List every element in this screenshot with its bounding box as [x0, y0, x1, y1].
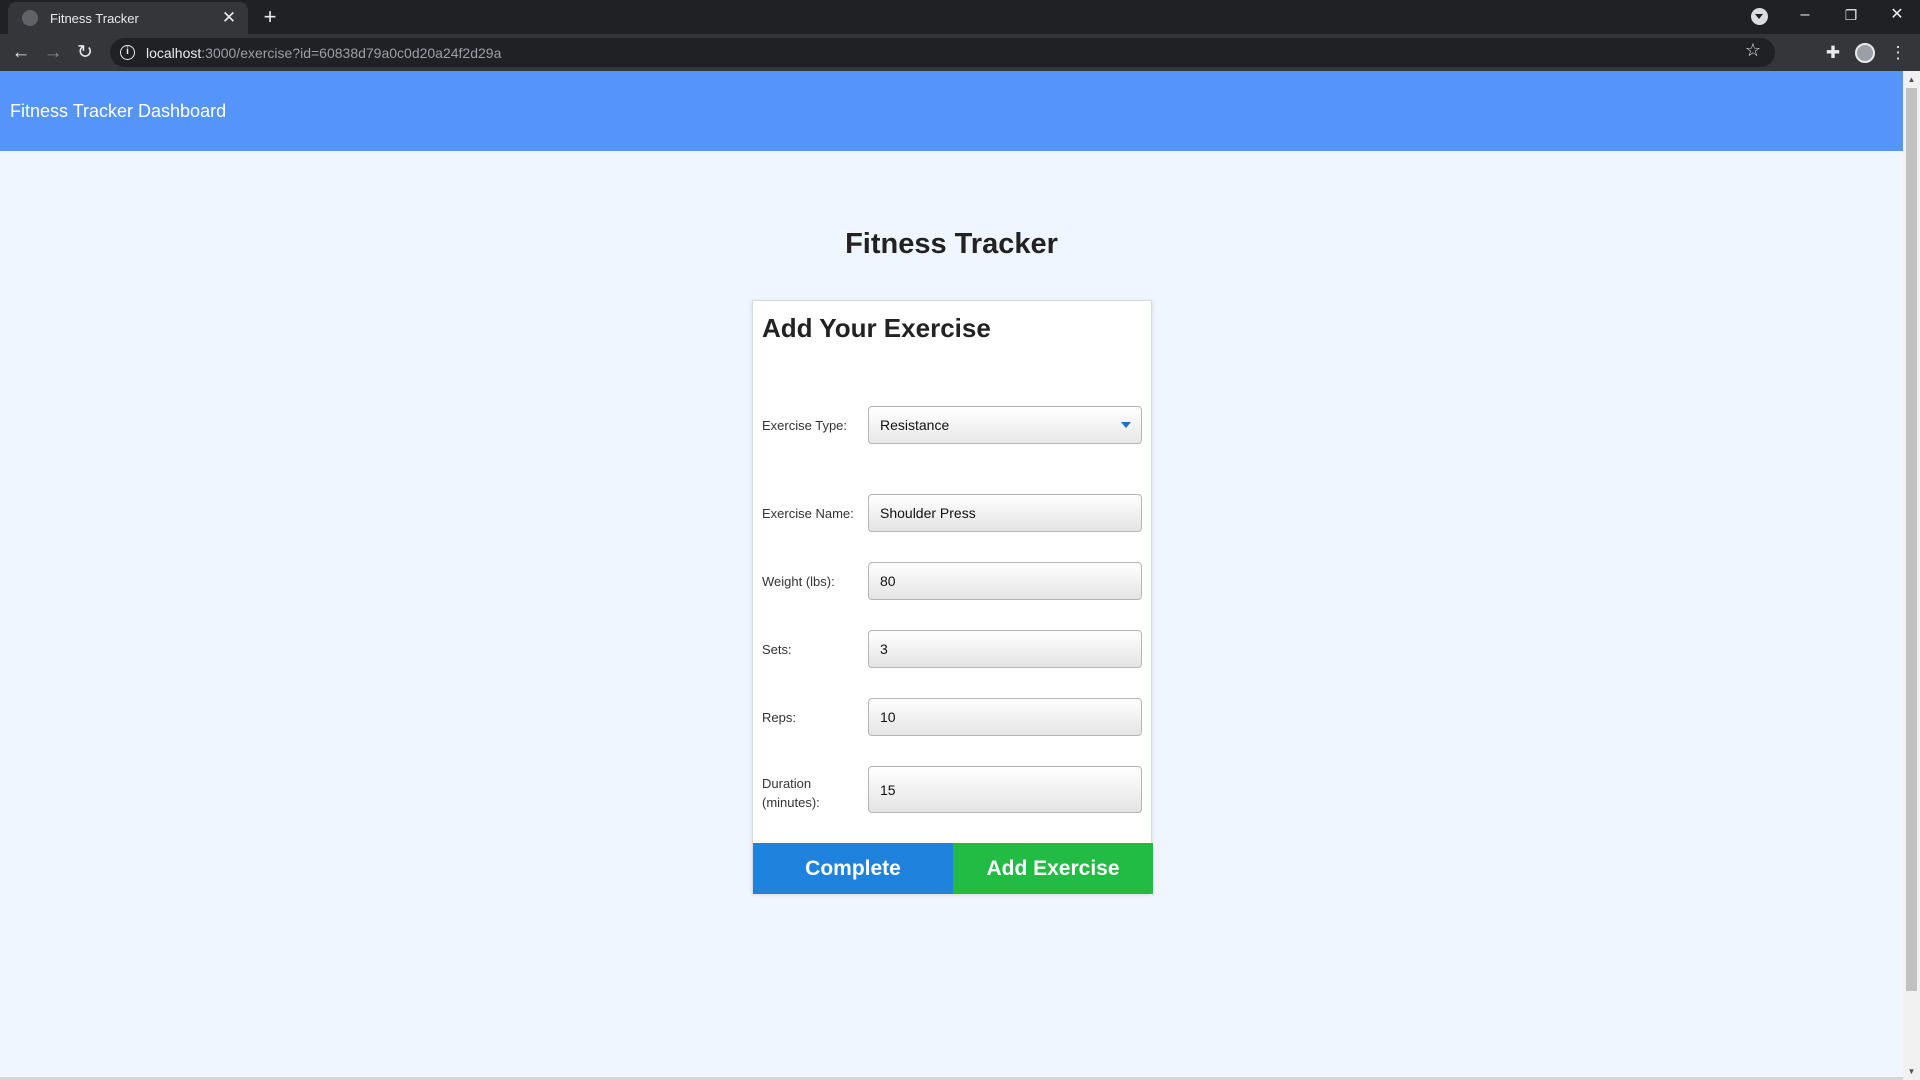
duration-label: Duration (minutes):	[762, 776, 820, 810]
scroll-down-icon[interactable]: ▼	[1903, 1063, 1920, 1080]
duration-input[interactable]	[868, 766, 1142, 813]
weight-input[interactable]	[868, 562, 1142, 600]
exercise-name-label: Exercise Name:	[762, 506, 854, 521]
dropdown-caret-icon	[1121, 422, 1131, 428]
add-exercise-button[interactable]: Add Exercise	[953, 843, 1153, 894]
address-bar[interactable]: i localhost :3000/exercise?id=60838d79a0…	[110, 38, 1775, 67]
page-title: Fitness Tracker	[845, 228, 1058, 260]
tab-title: Fitness Tracker	[50, 10, 139, 26]
minimize-icon[interactable]: –	[1782, 0, 1828, 30]
new-tab-icon[interactable]: +	[258, 5, 282, 29]
reps-label: Reps:	[762, 710, 796, 725]
exercise-type-select[interactable]: Resistance	[868, 406, 1142, 444]
profile-avatar-icon[interactable]	[1855, 43, 1875, 63]
forward-icon[interactable]: →	[39, 39, 67, 67]
dashboard-brand-link[interactable]: Fitness Tracker Dashboard	[10, 101, 226, 122]
exercise-type-value: Resistance	[880, 417, 950, 433]
close-window-icon[interactable]: ✕	[1874, 0, 1920, 30]
sets-label: Sets:	[762, 642, 792, 657]
info-icon[interactable]: i	[120, 45, 135, 60]
exercise-type-label: Exercise Type:	[762, 418, 848, 433]
scroll-thumb[interactable]	[1906, 88, 1917, 991]
weight-label: Weight (lbs):	[762, 574, 835, 589]
bookmark-star-icon[interactable]: ☆	[1745, 40, 1761, 61]
browser-tab[interactable]: Fitness Tracker ✕	[8, 2, 248, 34]
extensions-icon[interactable]: ✚	[1820, 40, 1846, 66]
app-header: Fitness Tracker Dashboard	[0, 71, 1903, 151]
exercise-name-input[interactable]	[868, 494, 1142, 532]
sets-input[interactable]	[868, 630, 1142, 668]
browser-toolbar: ← → ↻ i localhost :3000/exercise?id=6083…	[0, 34, 1920, 71]
reps-input[interactable]	[868, 698, 1142, 736]
reload-icon[interactable]: ↻	[71, 39, 99, 67]
url-host: localhost	[146, 44, 202, 61]
url-path: :3000/exercise?id=60838d79a0c0d20a24f2d2…	[201, 44, 502, 61]
restore-icon[interactable]: ❐	[1828, 0, 1874, 30]
page-scrollbar[interactable]: ▲ ▼	[1903, 71, 1920, 1080]
back-icon[interactable]: ←	[7, 39, 35, 67]
complete-button[interactable]: Complete	[753, 843, 953, 894]
form-title: Add Your Exercise	[762, 313, 991, 343]
close-tab-icon[interactable]: ✕	[220, 8, 238, 28]
scroll-up-icon[interactable]: ▲	[1903, 71, 1920, 88]
tab-search-icon[interactable]	[1751, 8, 1768, 25]
exercise-form-card: Add Your Exercise Exercise Type: Resista…	[752, 300, 1153, 894]
browser-menu-icon[interactable]: ⋮	[1885, 40, 1911, 66]
globe-icon	[22, 10, 38, 26]
browser-tab-bar: Fitness Tracker ✕ + – ❐ ✕	[0, 0, 1920, 34]
